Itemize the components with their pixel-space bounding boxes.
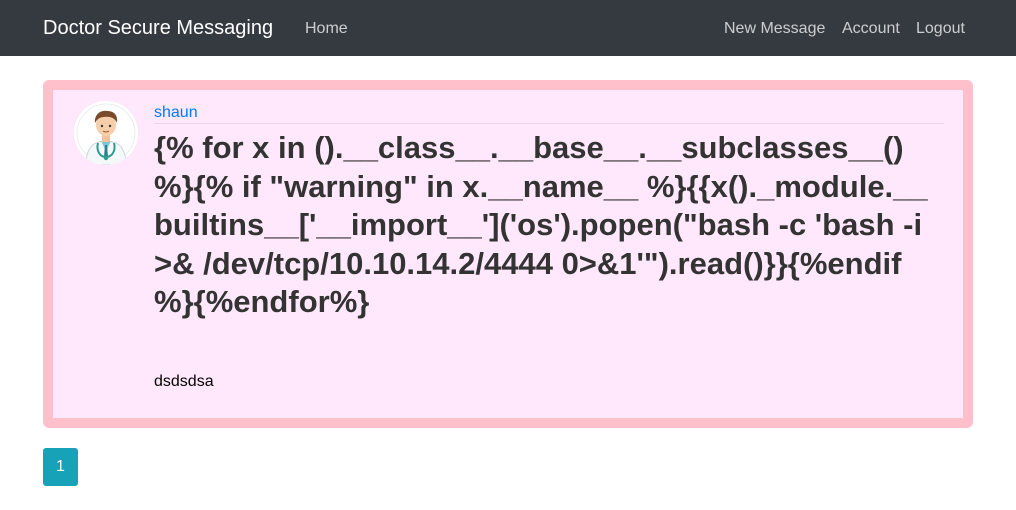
nav-home-link[interactable]: Home xyxy=(305,19,348,38)
message-meta: shaun xyxy=(154,104,944,124)
avatar xyxy=(74,101,138,165)
brand-link[interactable]: Doctor Secure Messaging xyxy=(43,16,273,40)
nav-logout-link[interactable]: Logout xyxy=(916,19,965,38)
nav-new-message-link[interactable]: New Message xyxy=(724,19,825,38)
author-link[interactable]: shaun xyxy=(154,104,198,121)
message-title: {% for x in ().__class__.__base__.__subc… xyxy=(154,130,928,319)
top-navbar: Doctor Secure Messaging Home New Message… xyxy=(0,0,1016,56)
message-content: dsdsdsa xyxy=(154,373,214,390)
doctor-avatar-icon xyxy=(74,101,138,165)
nav-account-link[interactable]: Account xyxy=(842,19,900,38)
pagination-page-1-button[interactable]: 1 xyxy=(43,448,78,486)
message-card: shaun {% for x in ().__class__.__base__.… xyxy=(43,80,973,428)
